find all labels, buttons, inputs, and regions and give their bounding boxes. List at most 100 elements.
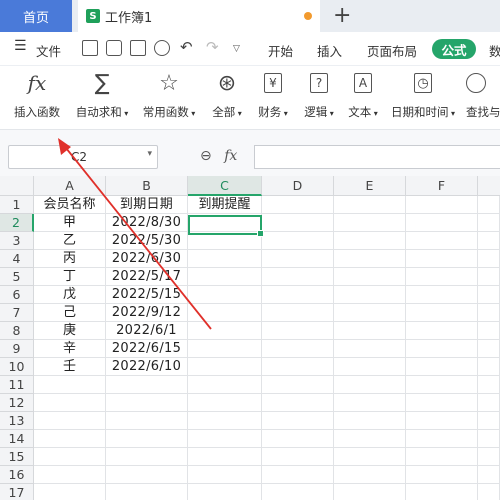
- grid-cell[interactable]: [478, 376, 500, 394]
- grid-cell[interactable]: [262, 376, 334, 394]
- grid-cell[interactable]: [334, 430, 406, 448]
- grid-cell[interactable]: [406, 394, 478, 412]
- grid-cell[interactable]: [334, 448, 406, 466]
- grid-cell[interactable]: [334, 196, 406, 214]
- grid-cell[interactable]: [188, 394, 262, 412]
- tab-home[interactable]: 首页: [0, 0, 72, 32]
- grid-cell[interactable]: [188, 412, 262, 430]
- grid-cell[interactable]: 到期日期: [106, 196, 188, 214]
- grid-cell[interactable]: [106, 394, 188, 412]
- column-header-f[interactable]: F: [406, 176, 478, 196]
- grid-cell[interactable]: 壬: [34, 358, 106, 376]
- grid-cell[interactable]: [406, 412, 478, 430]
- grid-cell[interactable]: [478, 448, 500, 466]
- financial-dropdown-icon[interactable]: ▾: [281, 109, 288, 118]
- grid-cell[interactable]: [478, 304, 500, 322]
- grid-cell[interactable]: [106, 448, 188, 466]
- row-header[interactable]: 16: [0, 466, 34, 484]
- grid-cell[interactable]: [478, 286, 500, 304]
- grid-cell[interactable]: [406, 340, 478, 358]
- grid-cell[interactable]: [34, 466, 106, 484]
- grid-cell[interactable]: 乙: [34, 232, 106, 250]
- grid-cell[interactable]: [334, 268, 406, 286]
- grid-cell[interactable]: [262, 214, 334, 232]
- grid-cell[interactable]: [478, 430, 500, 448]
- text-functions-button[interactable]: A 文本 ▾: [342, 70, 384, 120]
- grid-cell[interactable]: 2022/6/1: [106, 322, 188, 340]
- grid-cell[interactable]: [478, 484, 500, 500]
- column-header-b[interactable]: B: [106, 176, 188, 196]
- grid-cell[interactable]: [188, 430, 262, 448]
- grid-cell[interactable]: [406, 484, 478, 500]
- grid-cell[interactable]: [188, 250, 262, 268]
- save-icon[interactable]: [82, 40, 98, 56]
- all-functions-button[interactable]: ⊛ 全部 ▾: [206, 70, 248, 120]
- name-box[interactable]: C2 ▾: [8, 145, 158, 169]
- grid-cell[interactable]: 2022/6/30: [106, 250, 188, 268]
- row-header[interactable]: 1: [0, 196, 34, 214]
- logical-button[interactable]: ? 逻辑 ▾: [298, 70, 340, 120]
- row-header[interactable]: 17: [0, 484, 34, 500]
- grid-cell[interactable]: [478, 358, 500, 376]
- grid-cell[interactable]: [188, 358, 262, 376]
- grid-cell[interactable]: [334, 322, 406, 340]
- grid-cell[interactable]: [106, 484, 188, 500]
- grid-cell[interactable]: [262, 232, 334, 250]
- date-time-dropdown-icon[interactable]: ▾: [448, 109, 455, 118]
- grid-cell[interactable]: 庚: [34, 322, 106, 340]
- grid-cell[interactable]: 到期提醒: [188, 196, 262, 214]
- spreadsheet-grid[interactable]: A B C D E F 1 会员名称 到期日期 到期提醒 2 甲 2022/8/30 3 乙 20…: [0, 176, 500, 500]
- grid-cell[interactable]: [406, 448, 478, 466]
- logical-dropdown-icon[interactable]: ▾: [327, 109, 334, 118]
- grid-cell[interactable]: 2022/9/12: [106, 304, 188, 322]
- grid-cell[interactable]: [188, 322, 262, 340]
- redo-icon[interactable]: ↷: [206, 38, 219, 56]
- grid-cell[interactable]: [262, 250, 334, 268]
- grid-cell[interactable]: 2022/5/17: [106, 268, 188, 286]
- grid-cell[interactable]: [334, 232, 406, 250]
- grid-cell[interactable]: [34, 394, 106, 412]
- grid-cell[interactable]: [334, 286, 406, 304]
- row-header[interactable]: 9: [0, 340, 34, 358]
- grid-cell[interactable]: 丁: [34, 268, 106, 286]
- grid-cell[interactable]: [188, 340, 262, 358]
- select-all-corner[interactable]: [0, 176, 34, 196]
- zoom-search-icon[interactable]: ⊖: [200, 148, 212, 164]
- grid-cell[interactable]: [406, 430, 478, 448]
- row-header[interactable]: 3: [0, 232, 34, 250]
- grid-cell[interactable]: 丙: [34, 250, 106, 268]
- grid-cell[interactable]: [478, 394, 500, 412]
- row-header[interactable]: 12: [0, 394, 34, 412]
- new-tab-button[interactable]: +: [333, 3, 351, 29]
- column-header-e[interactable]: E: [334, 176, 406, 196]
- grid-cell[interactable]: 2022/6/15: [106, 340, 188, 358]
- grid-cell[interactable]: [478, 340, 500, 358]
- row-header[interactable]: 15: [0, 448, 34, 466]
- grid-cell[interactable]: [34, 412, 106, 430]
- column-header-c[interactable]: C: [188, 176, 262, 196]
- menu-data[interactable]: 数: [489, 41, 500, 60]
- hamburger-icon[interactable]: ☰: [14, 38, 27, 54]
- grid-cell[interactable]: [406, 322, 478, 340]
- grid-cell[interactable]: [106, 412, 188, 430]
- grid-cell[interactable]: 辛: [34, 340, 106, 358]
- grid-cell[interactable]: [106, 466, 188, 484]
- grid-cell[interactable]: 己: [34, 304, 106, 322]
- column-header-d[interactable]: D: [262, 176, 334, 196]
- grid-cell[interactable]: [34, 376, 106, 394]
- grid-cell[interactable]: [188, 286, 262, 304]
- row-header[interactable]: 8: [0, 322, 34, 340]
- grid-cell[interactable]: [262, 322, 334, 340]
- tab-workbook[interactable]: S 工作簿1: [78, 0, 320, 32]
- grid-cell[interactable]: [188, 304, 262, 322]
- grid-cell[interactable]: [262, 268, 334, 286]
- row-header[interactable]: 5: [0, 268, 34, 286]
- grid-cell[interactable]: [34, 430, 106, 448]
- grid-cell[interactable]: [478, 196, 500, 214]
- grid-cell[interactable]: [334, 376, 406, 394]
- grid-cell[interactable]: [478, 466, 500, 484]
- name-box-dropdown-icon[interactable]: ▾: [147, 149, 152, 159]
- grid-cell[interactable]: [262, 304, 334, 322]
- grid-cell[interactable]: [262, 358, 334, 376]
- grid-cell[interactable]: [262, 430, 334, 448]
